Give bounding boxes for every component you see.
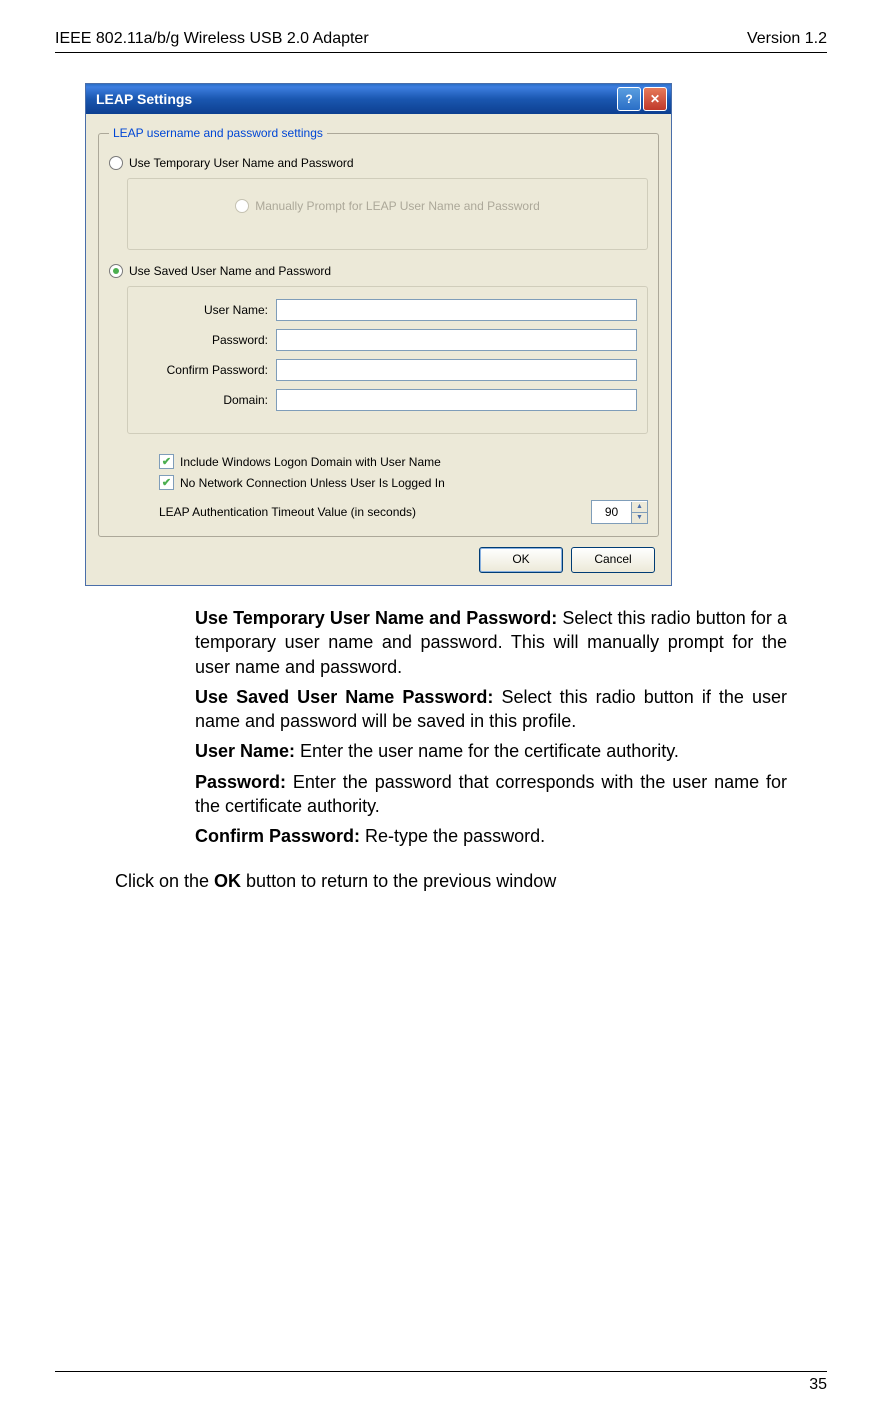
user-name-input[interactable] <box>276 299 637 321</box>
confirm-password-label: Confirm Password: <box>138 363 276 377</box>
include-domain-label: Include Windows Logon Domain with User N… <box>180 455 441 469</box>
bullet-label: Password: <box>195 772 286 792</box>
user-name-label: User Name: <box>138 303 276 317</box>
closing-instruction: Click on the OK button to return to the … <box>115 869 787 893</box>
bullet-icon <box>145 824 195 848</box>
bullet-icon <box>145 739 195 763</box>
bullet-icon <box>145 770 195 819</box>
bullet-text: Re-type the password. <box>360 826 545 846</box>
help-button[interactable]: ? <box>617 87 641 111</box>
radio-manual: Manually Prompt for LEAP User Name and P… <box>138 199 637 213</box>
radio-icon-selected <box>109 264 123 278</box>
manual-prompt-block: Manually Prompt for LEAP User Name and P… <box>127 178 648 250</box>
closing-bold: OK <box>214 871 241 891</box>
checkbox-icon: ✔ <box>159 454 174 469</box>
radio-icon <box>235 199 249 213</box>
bullet-label: Use Saved User Name Password: <box>195 687 493 707</box>
bullet-icon <box>145 606 195 679</box>
no-network-checkbox[interactable]: ✔ No Network Connection Unless User Is L… <box>109 475 648 490</box>
group-legend: LEAP username and password settings <box>109 126 327 140</box>
radio-saved-label: Use Saved User Name and Password <box>129 264 331 278</box>
radio-icon <box>109 156 123 170</box>
bullet-label: Use Temporary User Name and Password: <box>195 608 557 628</box>
bullet-item: User Name: Enter the user name for the c… <box>145 739 787 763</box>
bullet-item: Use Saved User Name Password: Select thi… <box>145 685 787 734</box>
header-rule <box>55 52 827 53</box>
titlebar: LEAP Settings ? ✕ <box>86 84 671 114</box>
timeout-value: 90 <box>592 505 631 519</box>
close-button[interactable]: ✕ <box>643 87 667 111</box>
bullet-label: Confirm Password: <box>195 826 360 846</box>
radio-temporary[interactable]: Use Temporary User Name and Password <box>109 156 648 170</box>
cancel-button[interactable]: Cancel <box>571 547 655 573</box>
closing-pre: Click on the <box>115 871 214 891</box>
saved-block: User Name: Password: Confirm Password: <box>127 286 648 434</box>
instruction-list: Use Temporary User Name and Password: Se… <box>145 606 787 849</box>
header-left: IEEE 802.11a/b/g Wireless USB 2.0 Adapte… <box>55 30 369 48</box>
password-input[interactable] <box>276 329 637 351</box>
radio-temporary-label: Use Temporary User Name and Password <box>129 156 354 170</box>
bullet-item: Password: Enter the password that corres… <box>145 770 787 819</box>
bullet-item: Use Temporary User Name and Password: Se… <box>145 606 787 679</box>
checkbox-icon: ✔ <box>159 475 174 490</box>
domain-label: Domain: <box>138 393 276 407</box>
footer-rule <box>55 1371 827 1372</box>
leap-settings-dialog: LEAP Settings ? ✕ LEAP username and pass… <box>85 83 672 586</box>
page-number: 35 <box>55 1376 827 1394</box>
header-right: Version 1.2 <box>747 30 827 48</box>
bullet-item: Confirm Password: Re-type the password. <box>145 824 787 848</box>
closing-post: button to return to the previous window <box>241 871 556 891</box>
spin-up-icon[interactable]: ▲ <box>631 502 647 512</box>
password-label: Password: <box>138 333 276 347</box>
dialog-title: LEAP Settings <box>96 91 615 107</box>
radio-manual-label: Manually Prompt for LEAP User Name and P… <box>255 199 540 213</box>
ok-button[interactable]: OK <box>479 547 563 573</box>
timeout-spinner[interactable]: 90 ▲ ▼ <box>591 500 648 524</box>
bullet-icon <box>145 685 195 734</box>
bullet-label: User Name: <box>195 741 295 761</box>
timeout-label: LEAP Authentication Timeout Value (in se… <box>159 505 591 519</box>
confirm-password-input[interactable] <box>276 359 637 381</box>
leap-group: LEAP username and password settings Use … <box>98 126 659 537</box>
radio-saved[interactable]: Use Saved User Name and Password <box>109 264 648 278</box>
spin-down-icon[interactable]: ▼ <box>631 512 647 523</box>
include-domain-checkbox[interactable]: ✔ Include Windows Logon Domain with User… <box>109 454 648 469</box>
domain-input[interactable] <box>276 389 637 411</box>
bullet-text: Enter the user name for the certificate … <box>295 741 679 761</box>
no-network-label: No Network Connection Unless User Is Log… <box>180 476 445 490</box>
